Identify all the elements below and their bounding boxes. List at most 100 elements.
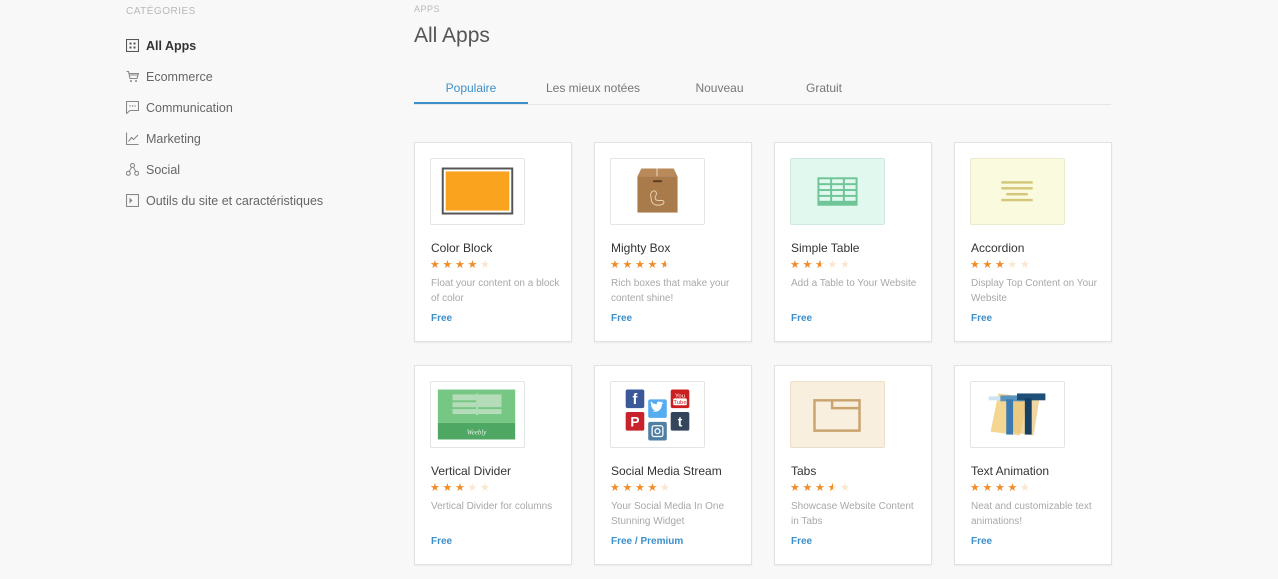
star-half-icon: ★ <box>815 259 826 271</box>
star-full-icon: ★ <box>647 259 658 271</box>
sidebar-item-all-apps[interactable]: All Apps <box>126 30 323 61</box>
star-full-icon: ★ <box>622 259 633 271</box>
star-full-icon: ★ <box>442 259 453 271</box>
box-thumbnail <box>610 158 705 225</box>
svg-text:Weebly: Weebly <box>467 430 487 437</box>
star-full-icon: ★ <box>635 259 645 271</box>
app-grid: Color Block ★ ★ ★ ★ ★ Float your content on … <box>414 142 1112 565</box>
app-price: Free <box>611 313 633 324</box>
app-name: Vertical Divider <box>431 464 512 478</box>
app-description: Display Top Content on Your Website <box>971 278 1098 304</box>
tab-populaire[interactable]: Populaire <box>414 74 528 104</box>
chart-icon <box>126 132 139 145</box>
star-rating: ★ ★ ★ ★ ★ <box>790 259 853 271</box>
app-price: Free <box>971 536 993 547</box>
star-full-icon: ★ <box>802 482 813 494</box>
app-price: Free / Premium <box>611 536 684 547</box>
star-full-icon: ★ <box>442 482 453 494</box>
sidebar-item-label: Social <box>146 162 181 177</box>
sidebar-heading: CATÉGORIES <box>126 6 196 17</box>
app-price: Free <box>431 536 453 547</box>
star-full-icon: ★ <box>610 482 620 494</box>
app-card[interactable]: Color Block ★ ★ ★ ★ ★ Float your content on … <box>414 142 572 342</box>
star-rating: ★ ★ ★ ★ ★ <box>610 482 673 494</box>
star-full-icon: ★ <box>995 482 1005 494</box>
star-full-icon: ★ <box>635 482 645 494</box>
star-full-icon: ★ <box>610 259 620 271</box>
filter-tabs: Populaire Les mieux notées Nouveau Gratu… <box>414 74 1111 105</box>
star-full-icon: ★ <box>467 259 478 271</box>
app-name: Tabs <box>791 464 817 478</box>
app-card[interactable]: Text Animation ★ ★ ★ ★ ★ Neat and customizab… <box>954 365 1112 565</box>
app-card[interactable]: Weebly Vertical Divider ★ ★ ★ ★ ★ Vertical D… <box>414 365 572 565</box>
star-half-icon: ★ <box>660 259 671 271</box>
star-empty-icon: ★ <box>1020 259 1030 271</box>
star-full-icon: ★ <box>790 259 800 271</box>
app-description: Showcase Website Content in Tabs <box>791 501 914 527</box>
app-card[interactable]: Accordion ★ ★ ★ ★ ★ Display Top Content on Y… <box>954 142 1112 342</box>
star-full-icon: ★ <box>970 259 980 271</box>
star-rating: ★ ★ ★ ★ ★ <box>610 259 673 271</box>
star-full-icon: ★ <box>455 259 465 271</box>
tabs-thumbnail <box>790 381 885 448</box>
star-full-icon: ★ <box>430 482 440 494</box>
sidebar-item-marketing[interactable]: Marketing <box>126 123 323 154</box>
star-full-icon: ★ <box>790 482 800 494</box>
breadcrumb[interactable]: APPS <box>414 4 440 14</box>
share-icon <box>126 163 139 176</box>
sidebar-item-label: Outils du site et caractéristiques <box>146 193 324 208</box>
star-full-icon: ★ <box>995 259 1005 271</box>
app-description: Your Social Media In One Stunning Widget <box>611 501 725 527</box>
tab-mieux-notees[interactable]: Les mieux notées <box>528 74 658 104</box>
star-rating: ★ ★ ★ ★ ★ <box>430 482 493 494</box>
chat-icon <box>126 101 139 114</box>
star-empty-icon: ★ <box>827 259 838 271</box>
app-card[interactable]: Mighty Box ★★★★★ Rich boxes that make yo… <box>594 142 752 342</box>
star-full-icon: ★ <box>970 482 980 494</box>
app-name: Simple Table <box>791 241 860 255</box>
tools-icon <box>126 194 139 207</box>
app-description: Rich boxes that make your content shine! <box>611 278 730 304</box>
category-list: All Apps Ecommerce Communication Marketi… <box>126 30 323 216</box>
svg-text:Tube: Tube <box>673 400 686 406</box>
sidebar-item-label: Ecommerce <box>146 69 213 84</box>
grid-icon <box>126 39 139 52</box>
app-card[interactable]: Simple Table ★★★★★ Add a Table to Your W… <box>774 142 932 342</box>
tab-nouveau[interactable]: Nouveau <box>658 74 781 104</box>
star-full-icon: ★ <box>430 259 440 271</box>
app-price: Free <box>791 536 813 547</box>
app-card[interactable]: f You Tube Pt Social Media Stream ★ ★ ★ ★ ★ You… <box>594 365 752 565</box>
sidebar-item-communication[interactable]: Communication <box>126 92 323 123</box>
app-price: Free <box>791 313 813 324</box>
app-description: Add a Table to Your Website <box>791 278 917 289</box>
svg-text:t: t <box>678 415 683 430</box>
svg-text:f: f <box>633 392 638 408</box>
star-full-icon: ★ <box>455 482 465 494</box>
app-name: Accordion <box>971 241 1025 255</box>
app-name: Color Block <box>431 241 493 255</box>
sidebar-item-social[interactable]: Social <box>126 154 323 185</box>
sidebar-item-site-tools[interactable]: Outils du site et caractéristiques <box>126 185 323 216</box>
sidebar-item-label: Marketing <box>146 131 201 146</box>
star-full-icon: ★ <box>802 259 813 271</box>
star-empty-icon: ★ <box>660 482 670 494</box>
star-empty-icon: ★ <box>480 482 490 494</box>
app-description: Float your content on a block of color <box>431 278 560 304</box>
divider-thumbnail: Weebly <box>430 381 525 448</box>
sidebar-item-ecommerce[interactable]: Ecommerce <box>126 61 323 92</box>
star-rating: ★ ★ ★ ★ ★ <box>430 259 493 271</box>
app-price: Free <box>431 313 453 324</box>
app-name: Social Media Stream <box>611 464 722 478</box>
star-rating: ★ ★ ★ ★ ★ <box>790 482 853 494</box>
page-title: All Apps <box>414 24 490 47</box>
tab-gratuit[interactable]: Gratuit <box>781 74 867 104</box>
text-animation-thumbnail <box>970 381 1065 448</box>
star-full-icon: ★ <box>815 482 825 494</box>
app-description: Neat and customizable text animations! <box>971 501 1092 527</box>
star-empty-icon: ★ <box>1007 259 1018 271</box>
svg-text:P: P <box>630 415 639 430</box>
app-description: Vertical Divider for columns <box>431 501 553 512</box>
star-empty-icon: ★ <box>480 259 490 271</box>
app-name: Text Animation <box>971 464 1050 478</box>
app-card[interactable]: Tabs ★★★★★ Showcase Website Content in T… <box>774 365 932 565</box>
